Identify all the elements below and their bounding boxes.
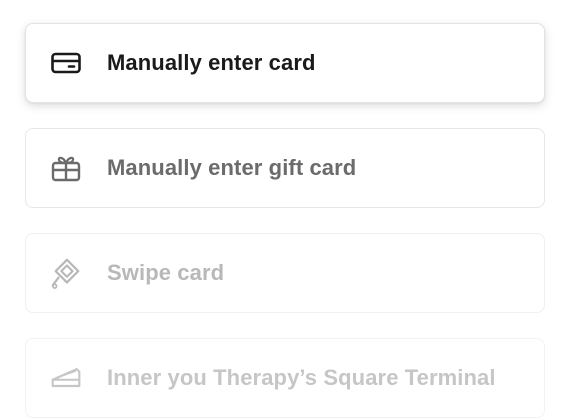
option-label: Swipe card: [107, 260, 225, 285]
option-label: Manually enter gift card: [107, 155, 357, 180]
option-label: Manually enter card: [107, 50, 316, 75]
swipe-card-icon: [50, 257, 82, 289]
option-manually-enter-card[interactable]: Manually enter card: [25, 23, 545, 103]
option-swipe-card[interactable]: Swipe card: [25, 233, 545, 313]
gift-card-icon: [50, 152, 82, 184]
payment-method-list: Manually enter card Manually enter gift …: [0, 0, 570, 420]
option-label: Inner you Therapy’s Square Terminal: [107, 365, 496, 390]
terminal-icon: [50, 362, 82, 394]
credit-card-icon: [50, 47, 82, 79]
option-square-terminal[interactable]: Inner you Therapy’s Square Terminal: [25, 338, 545, 418]
option-manually-enter-gift-card[interactable]: Manually enter gift card: [25, 128, 545, 208]
